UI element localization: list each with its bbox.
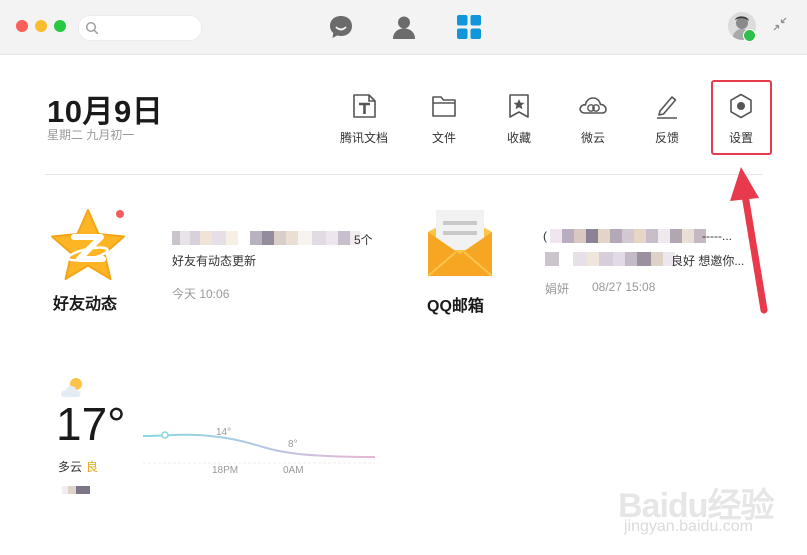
forecast-time-label: 0AM bbox=[283, 465, 304, 476]
chat-bubble-icon[interactable] bbox=[327, 13, 355, 41]
search-input[interactable] bbox=[103, 19, 199, 39]
weiyun-label: 微云 bbox=[580, 131, 605, 145]
window-maximize-button[interactable] bbox=[54, 20, 66, 32]
notification-dot bbox=[116, 210, 124, 218]
feedback-button[interactable]: 反馈 bbox=[632, 88, 702, 148]
search-box[interactable] bbox=[78, 15, 202, 41]
window-close-button[interactable] bbox=[16, 20, 28, 32]
blurred-text bbox=[550, 229, 706, 243]
blurred-text bbox=[545, 252, 675, 266]
mail-preview-prefix: ( bbox=[543, 229, 547, 243]
settings-highlight-box bbox=[711, 80, 772, 155]
date-title: 10月9日 bbox=[47, 94, 164, 129]
folder-icon bbox=[432, 96, 456, 117]
pencil-icon bbox=[657, 96, 677, 119]
favorites-button[interactable]: 收藏 bbox=[484, 88, 554, 148]
files-button[interactable]: 文件 bbox=[409, 88, 479, 148]
cloud-icon bbox=[579, 97, 607, 114]
document-icon bbox=[353, 94, 376, 118]
files-label: 文件 bbox=[431, 131, 456, 145]
temperature-forecast-chart bbox=[143, 431, 376, 464]
blurred-text bbox=[172, 231, 360, 245]
mail-preview-line2[interactable]: 良好 想邀你... bbox=[671, 252, 744, 269]
friends-feed-title: 好友动态 bbox=[53, 296, 118, 313]
forecast-point bbox=[161, 431, 169, 439]
mail-time: 08/27 15:08 bbox=[592, 280, 656, 294]
window-minimize-button[interactable] bbox=[35, 20, 47, 32]
friends-feed-summary[interactable]: 好友有动态更新 bbox=[172, 252, 256, 269]
mail-preview-suffix: -----... bbox=[702, 229, 732, 243]
contacts-icon[interactable] bbox=[390, 13, 418, 41]
bookmark-star-icon bbox=[509, 94, 529, 118]
qq-mail-title: QQ邮箱 bbox=[427, 298, 484, 315]
search-icon bbox=[85, 21, 99, 35]
forecast-time-label: 18PM bbox=[212, 465, 239, 476]
collapse-window-icon[interactable] bbox=[772, 16, 788, 32]
online-status-badge bbox=[743, 29, 756, 42]
forecast-point-label: 8° bbox=[288, 439, 298, 450]
date-subtitle: 星期二 九月初一 bbox=[47, 128, 135, 142]
tencent-docs-label: 腾讯文档 bbox=[339, 131, 388, 145]
mail-envelope-icon[interactable] bbox=[426, 210, 494, 278]
tencent-docs-button[interactable]: 腾讯文档 bbox=[329, 88, 399, 148]
favorites-label: 收藏 bbox=[506, 131, 531, 145]
feedback-label: 反馈 bbox=[654, 131, 679, 145]
forecast-line bbox=[143, 433, 376, 458]
annotation-arrow-icon bbox=[730, 167, 768, 314]
air-quality: 良 bbox=[86, 460, 99, 474]
mail-sender: 娟妍 bbox=[545, 282, 570, 296]
friends-feed-time: 今天 10:06 bbox=[172, 287, 230, 301]
blurred-text bbox=[62, 486, 90, 494]
weather-temperature: 17° bbox=[56, 398, 126, 450]
header-divider bbox=[45, 174, 762, 175]
weather-condition: 多云良 bbox=[58, 458, 98, 475]
friends-feed-count: 5个 bbox=[354, 233, 373, 247]
weiyun-button[interactable]: 微云 bbox=[558, 88, 628, 148]
apps-grid-icon[interactable] bbox=[455, 13, 483, 41]
forecast-point-label: 14° bbox=[216, 427, 232, 438]
qzone-star-icon[interactable] bbox=[48, 208, 128, 286]
watermark-url: jingyan.baidu.com bbox=[624, 518, 753, 535]
weather-condition-text: 多云 bbox=[58, 460, 83, 474]
partly-cloudy-icon bbox=[60, 378, 82, 397]
title-bar bbox=[0, 0, 807, 55]
